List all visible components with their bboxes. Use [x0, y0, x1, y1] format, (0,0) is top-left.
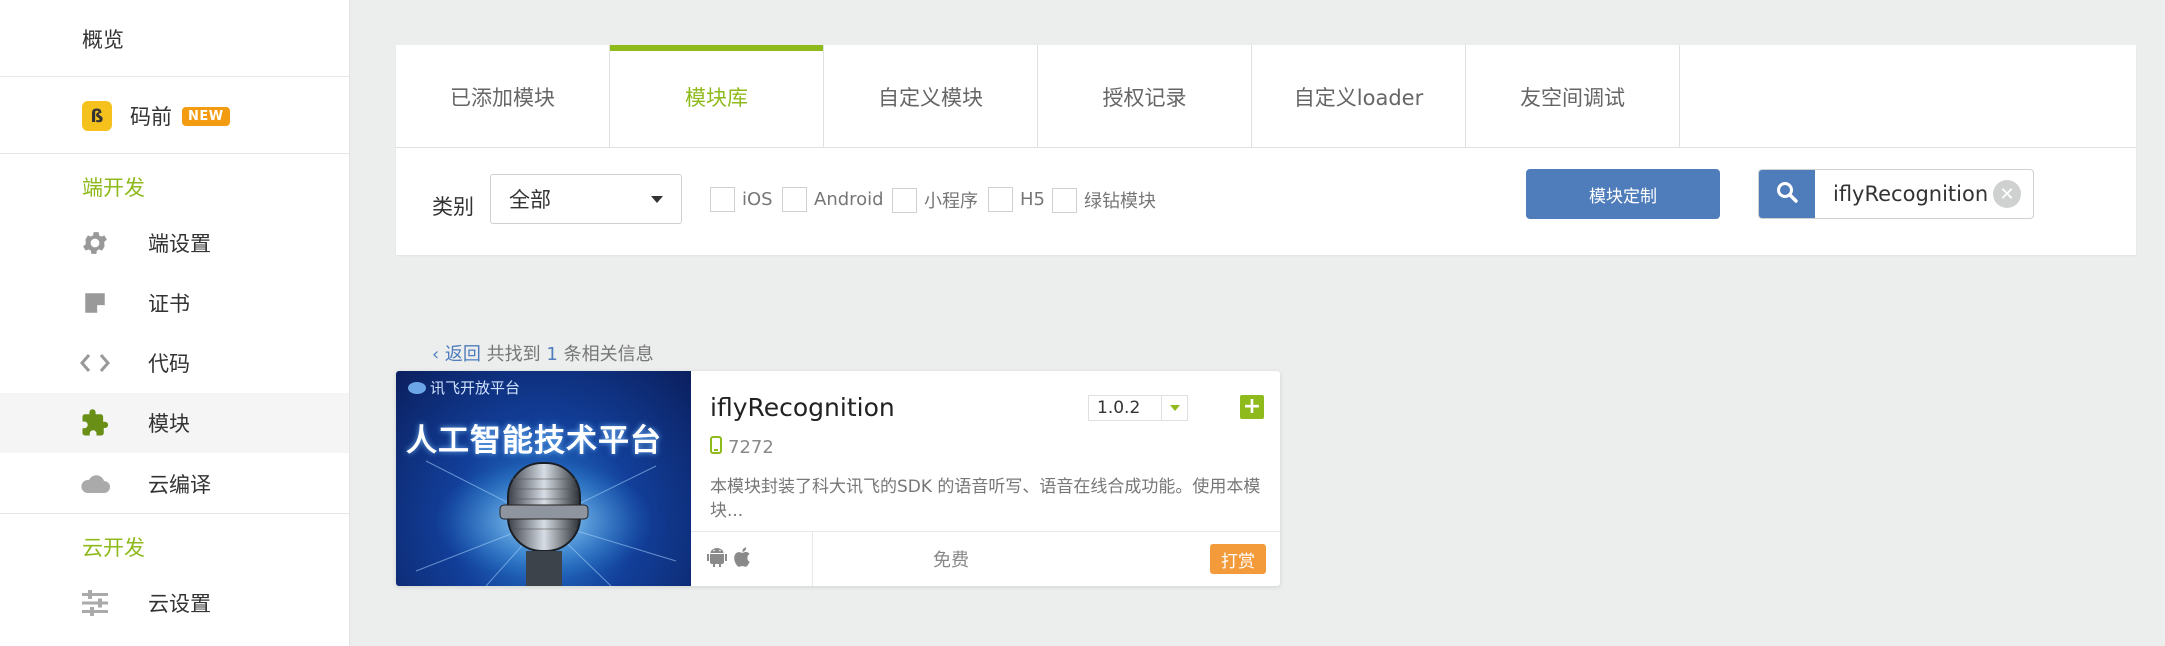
- category-label: 类别: [432, 195, 474, 219]
- search-input[interactable]: [1833, 182, 1998, 206]
- sidebar-item-label: 云设置: [148, 592, 211, 616]
- sidebar-item-label: 模块: [148, 412, 190, 436]
- sidebar-item-overview[interactable]: 概览: [0, 14, 349, 64]
- checkbox-h5[interactable]: H5: [988, 187, 1045, 212]
- checkbox-box[interactable]: [892, 187, 917, 213]
- download-count: 7272: [710, 436, 774, 459]
- sidebar-item-label: 概览: [82, 28, 124, 52]
- sliders-icon: [78, 586, 112, 620]
- module-custom-button[interactable]: 模块定制: [1526, 169, 1720, 219]
- microphone-illustration: [415, 460, 677, 586]
- tip-button[interactable]: 打赏: [1210, 544, 1266, 574]
- search-icon: [1775, 180, 1799, 208]
- result-suffix: 条相关信息: [563, 344, 654, 365]
- module-name[interactable]: iflyRecognition: [710, 393, 895, 422]
- sidebar-item-client-settings[interactable]: 端设置: [0, 218, 349, 268]
- sidebar-item-label: 端设置: [148, 232, 211, 256]
- checkbox-miniprogram[interactable]: 小程序: [892, 187, 978, 213]
- divider: [0, 153, 349, 154]
- checkbox-green-diamond[interactable]: 绿钻模块: [1052, 187, 1156, 213]
- clear-search-icon[interactable]: ✕: [1993, 180, 2021, 208]
- section-client-dev: 端开发: [82, 176, 145, 200]
- sidebar-item-maqian[interactable]: ß 码前 NEW: [0, 92, 349, 140]
- module-card-footer: 免费 打赏: [691, 531, 1280, 586]
- sidebar-item-certificate[interactable]: 证书: [0, 278, 349, 328]
- caret-down-icon: [1161, 396, 1187, 420]
- checkbox-box[interactable]: [710, 187, 735, 212]
- result-prefix: 共找到: [486, 344, 541, 365]
- code-icon: [78, 346, 112, 380]
- divider: [0, 513, 349, 514]
- sidebar-item-cloud-settings[interactable]: 云设置: [0, 578, 349, 628]
- result-count: 1: [546, 344, 558, 365]
- tab-custom-modules[interactable]: 自定义模块: [824, 45, 1038, 148]
- back-link[interactable]: ‹ 返回: [432, 344, 481, 365]
- module-panel: 已添加模块 模块库 自定义模块 授权记录 自定义loader 友空间调试 类别 …: [396, 45, 2136, 255]
- checkbox-box[interactable]: [988, 187, 1013, 212]
- checkbox-ios[interactable]: iOS: [710, 187, 773, 212]
- tab-added-modules[interactable]: 已添加模块: [396, 45, 610, 148]
- sidebar-item-code[interactable]: 代码: [0, 338, 349, 388]
- result-summary: ‹ 返回 共找到 1 条相关信息: [432, 340, 654, 366]
- search-button[interactable]: [1759, 170, 1815, 218]
- version-value: 1.0.2: [1097, 398, 1141, 418]
- caret-down-icon: [651, 196, 663, 203]
- puzzle-icon: [78, 406, 112, 440]
- checkbox-box[interactable]: [782, 187, 807, 212]
- sidebar-item-label: 码前: [130, 105, 172, 129]
- sidebar-item-cloud-compile[interactable]: 云编译: [0, 459, 349, 509]
- checkbox-box[interactable]: [1052, 187, 1077, 213]
- sidebar-item-label: 证书: [148, 292, 190, 316]
- checkbox-label: iOS: [742, 189, 773, 210]
- checkbox-label: Android: [814, 189, 884, 210]
- tab-module-library[interactable]: 模块库: [610, 45, 824, 148]
- android-icon: [707, 546, 727, 572]
- filter-bar: 类别 全部 iOS Android 小程序 H5 绿钻模块 模块定制 iflyR…: [396, 149, 2136, 255]
- module-price: 免费: [933, 550, 969, 571]
- maqian-icon: ß: [82, 101, 112, 131]
- tab-auth-records[interactable]: 授权记录: [1038, 45, 1252, 148]
- section-cloud-dev: 云开发: [82, 536, 145, 560]
- tab-bar: 已添加模块 模块库 自定义模块 授权记录 自定义loader 友空间调试: [396, 45, 2136, 148]
- certificate-icon: [78, 286, 112, 320]
- version-select[interactable]: 1.0.2: [1088, 395, 1188, 421]
- sidebar-item-label: 代码: [148, 352, 190, 376]
- module-description: 本模块封装了科大讯飞的SDK 的语音听写、语音在线合成功能。使用本模块...: [710, 477, 1261, 521]
- sidebar: 概览 ß 码前 NEW 端开发 端设置 证书 代码 模块 云编译 云开发 云设置: [0, 0, 350, 646]
- gear-icon: [78, 226, 112, 260]
- sidebar-item-label: 云编译: [148, 473, 211, 497]
- tab-custom-loader[interactable]: 自定义loader: [1252, 45, 1466, 148]
- new-badge: NEW: [182, 106, 230, 126]
- checkbox-android[interactable]: Android: [782, 187, 884, 212]
- tab-space-debug[interactable]: 友空间调试: [1466, 45, 1680, 148]
- search-box: ✕: [1758, 169, 2034, 219]
- checkbox-label: 绿钻模块: [1084, 191, 1156, 212]
- phone-icon: [710, 436, 722, 459]
- module-cover-image[interactable]: 讯飞开放平台 人工智能技术平台: [396, 371, 691, 586]
- cloud-icon: [78, 467, 112, 501]
- category-select[interactable]: 全部: [490, 174, 682, 224]
- checkbox-label: H5: [1020, 189, 1045, 210]
- checkbox-label: 小程序: [924, 191, 978, 212]
- category-selected-value: 全部: [509, 188, 551, 212]
- module-card: 讯飞开放平台 人工智能技术平台 iflyRecognition 7272 1.0…: [396, 371, 1280, 586]
- sidebar-item-modules[interactable]: 模块: [0, 393, 349, 453]
- divider: [0, 76, 349, 77]
- apple-icon: [733, 546, 753, 572]
- platform-icons: [691, 532, 813, 586]
- add-module-button[interactable]: +: [1240, 395, 1264, 419]
